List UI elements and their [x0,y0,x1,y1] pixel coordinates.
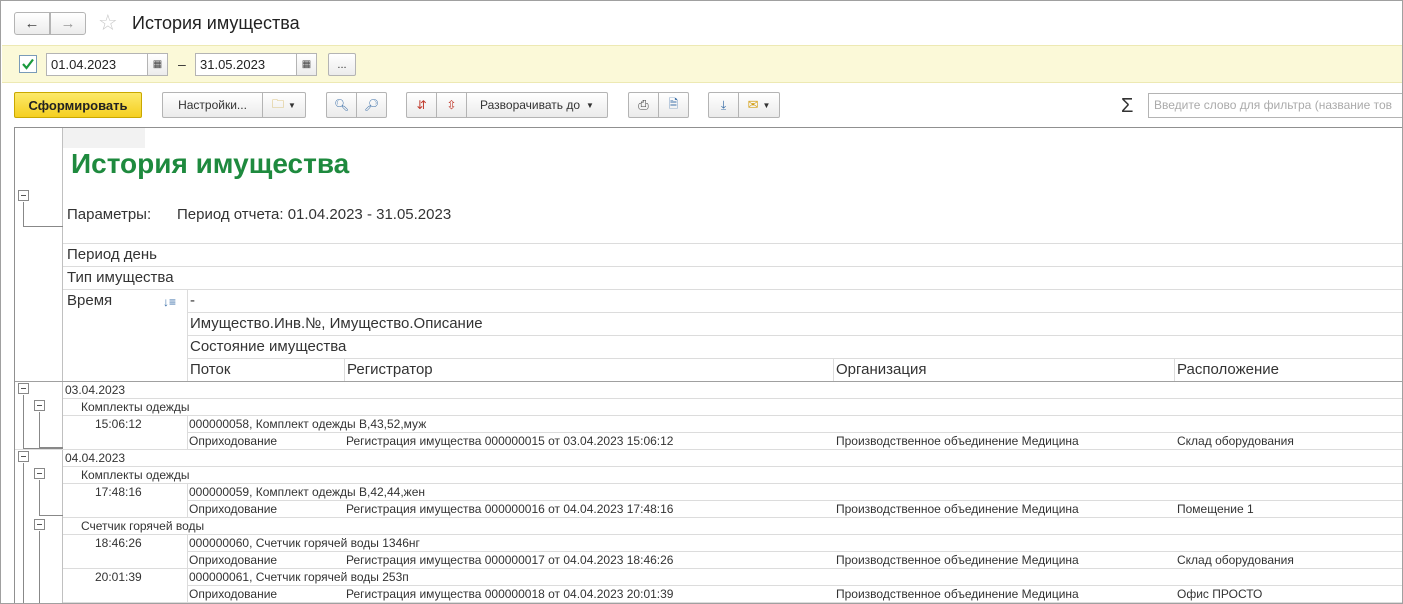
folder-icon: 🗀 [272,96,285,111]
checkmark-icon [22,58,34,70]
print-preview-button[interactable]: 🗎︎ [658,92,689,118]
window-title: История имущества [132,13,300,33]
envelope-icon: ✉ [747,97,759,112]
group-row[interactable]: Комплекты одежды [81,400,190,414]
record-flow: Оприходование [189,553,278,567]
record-time: 18:46:26 [95,536,142,550]
record-registrar[interactable]: Регистрация имущества 000000018 от 04.04… [346,587,673,601]
record-organization[interactable]: Производственное объединение Медицина [836,434,1079,448]
time-dash: - [190,292,195,309]
chevron-down-icon: ▼ [288,100,296,110]
calendar-icon: ▦ [152,59,163,70]
record-registrar[interactable]: Регистрация имущества 000000015 от 03.04… [346,434,673,448]
record-time: 20:01:39 [95,570,142,584]
search-icon: 🔍︎ [333,98,350,112]
grouping-period-day: Период день [67,246,157,263]
record-location[interactable]: Помещение 1 [1177,502,1254,516]
find-button[interactable]: 🔍︎ [326,92,357,118]
collapse-header-icon[interactable] [18,190,29,201]
record-item[interactable]: 000000058, Комплект одежды В,43,52,муж [189,417,426,431]
download-icon: ⤓ [720,97,727,112]
toolbar: Сформировать Настройки... 🗀 ▼ 🔍︎ 🔎︎ ⇵ ⇳ Р… [1,83,1402,125]
date-from-calendar-button[interactable]: ▦ [147,53,168,76]
period-bar: 01.04.2023 ▦ – 31.05.2023 ▦ ... [2,45,1402,83]
back-button[interactable]: ← [14,12,50,35]
period-select-button[interactable]: ... [328,53,356,76]
arrow-left-icon: ← [24,15,40,32]
expand-icon: ⇵ [416,98,427,112]
date-to-input[interactable]: 31.05.2023 [195,53,297,76]
collapse-group-icon[interactable] [34,468,45,479]
grouping-gutter [15,128,63,603]
send-email-button[interactable]: ✉ ▼ [738,92,780,118]
record-item[interactable]: 000000060, Счетчик горячей воды 1346нг [189,536,420,550]
star-icon[interactable]: ☆ [98,10,118,36]
date-to-calendar-button[interactable]: ▦ [296,53,317,76]
expand-all-button[interactable]: ⇵ [406,92,437,118]
forward-button[interactable]: → [50,12,86,35]
column-header-flow[interactable]: Поток [190,361,230,378]
calendar-icon: ▦ [301,59,312,70]
record-item[interactable]: 000000061, Счетчик горячей воды 253п [189,570,409,584]
record-flow: Оприходование [189,502,278,516]
report-title: История имущества [71,148,350,179]
period-separator: – [178,56,186,72]
collapse-group-icon[interactable] [34,400,45,411]
record-organization[interactable]: Производственное объединение Медицина [836,553,1079,567]
grouping-property-type: Тип имущества [67,269,174,286]
record-location[interactable]: Склад оборудования [1177,434,1294,448]
expand-to-label: Разворачивать до [480,98,581,112]
day-row[interactable]: 03.04.2023 [65,383,125,397]
save-button[interactable]: ⤓ [708,92,739,118]
collapse-icon: ⇳ [446,98,457,112]
record-time: 15:06:12 [95,417,142,431]
generate-button[interactable]: Сформировать [14,92,142,118]
record-flow: Оприходование [189,587,278,601]
group-row[interactable]: Счетчик горячей воды [81,519,204,533]
record-location[interactable]: Склад оборудования [1177,553,1294,567]
column-header-registrar[interactable]: Регистратор [347,361,433,378]
find-next-button[interactable]: 🔎︎ [356,92,387,118]
filter-input[interactable]: Введите слово для фильтра (название тов [1148,93,1402,118]
sub-header-item: Имущество.Инв.№, Имущество.Описание [190,315,483,332]
search-next-icon: 🔎︎ [363,98,380,112]
sort-ascending-icon[interactable]: ↓≡ [163,295,176,309]
settings-button[interactable]: Настройки... [162,92,263,118]
preview-icon: 🗎︎ [668,96,679,111]
printer-icon: ⎙ [638,97,649,112]
day-row[interactable]: 04.04.2023 [65,451,125,465]
report-area: История имущества Параметры: Период отче… [14,127,1402,603]
params-value: Период отчета: 01.04.2023 - 31.05.2023 [177,206,452,223]
date-from-input[interactable]: 01.04.2023 [46,53,148,76]
collapse-day-icon[interactable] [18,451,29,462]
column-header-location[interactable]: Расположение [1177,361,1279,378]
record-location[interactable]: Офис ПРОСТО [1177,587,1262,601]
print-button[interactable]: ⎙ [628,92,659,118]
chevron-down-icon: ▼ [762,100,771,110]
record-registrar[interactable]: Регистрация имущества 000000017 от 04.04… [346,553,673,567]
arrow-right-icon: → [60,15,76,32]
record-organization[interactable]: Производственное объединение Медицина [836,502,1079,516]
variants-dropdown-button[interactable]: 🗀 ▼ [262,92,306,118]
record-organization[interactable]: Производственное объединение Медицина [836,587,1079,601]
group-row[interactable]: Комплекты одежды [81,468,190,482]
params-label: Параметры: [67,206,152,223]
collapse-group-icon[interactable] [34,519,45,530]
period-checkbox[interactable] [19,55,37,73]
collapse-day-icon[interactable] [18,383,29,394]
record-flow: Оприходование [189,434,278,448]
record-time: 17:48:16 [95,485,142,499]
record-registrar[interactable]: Регистрация имущества 000000016 от 04.04… [346,502,673,516]
record-item[interactable]: 000000059, Комплект одежды В,42,44,жен [189,485,425,499]
chevron-down-icon: ▼ [586,100,594,110]
expand-to-dropdown[interactable]: Разворачивать до ▼ [466,92,608,118]
title-bar: ← → ☆ История имущества [1,1,1402,45]
app-window: ← → ☆ История имущества 01.04.2023 ▦ – 3… [0,0,1403,604]
grouping-time: Время [67,292,113,309]
collapse-all-button[interactable]: ⇳ [436,92,467,118]
column-header-organization[interactable]: Организация [836,361,926,378]
sum-icon[interactable]: Σ [1121,95,1133,118]
sub-header-state: Состояние имущества [190,338,347,355]
